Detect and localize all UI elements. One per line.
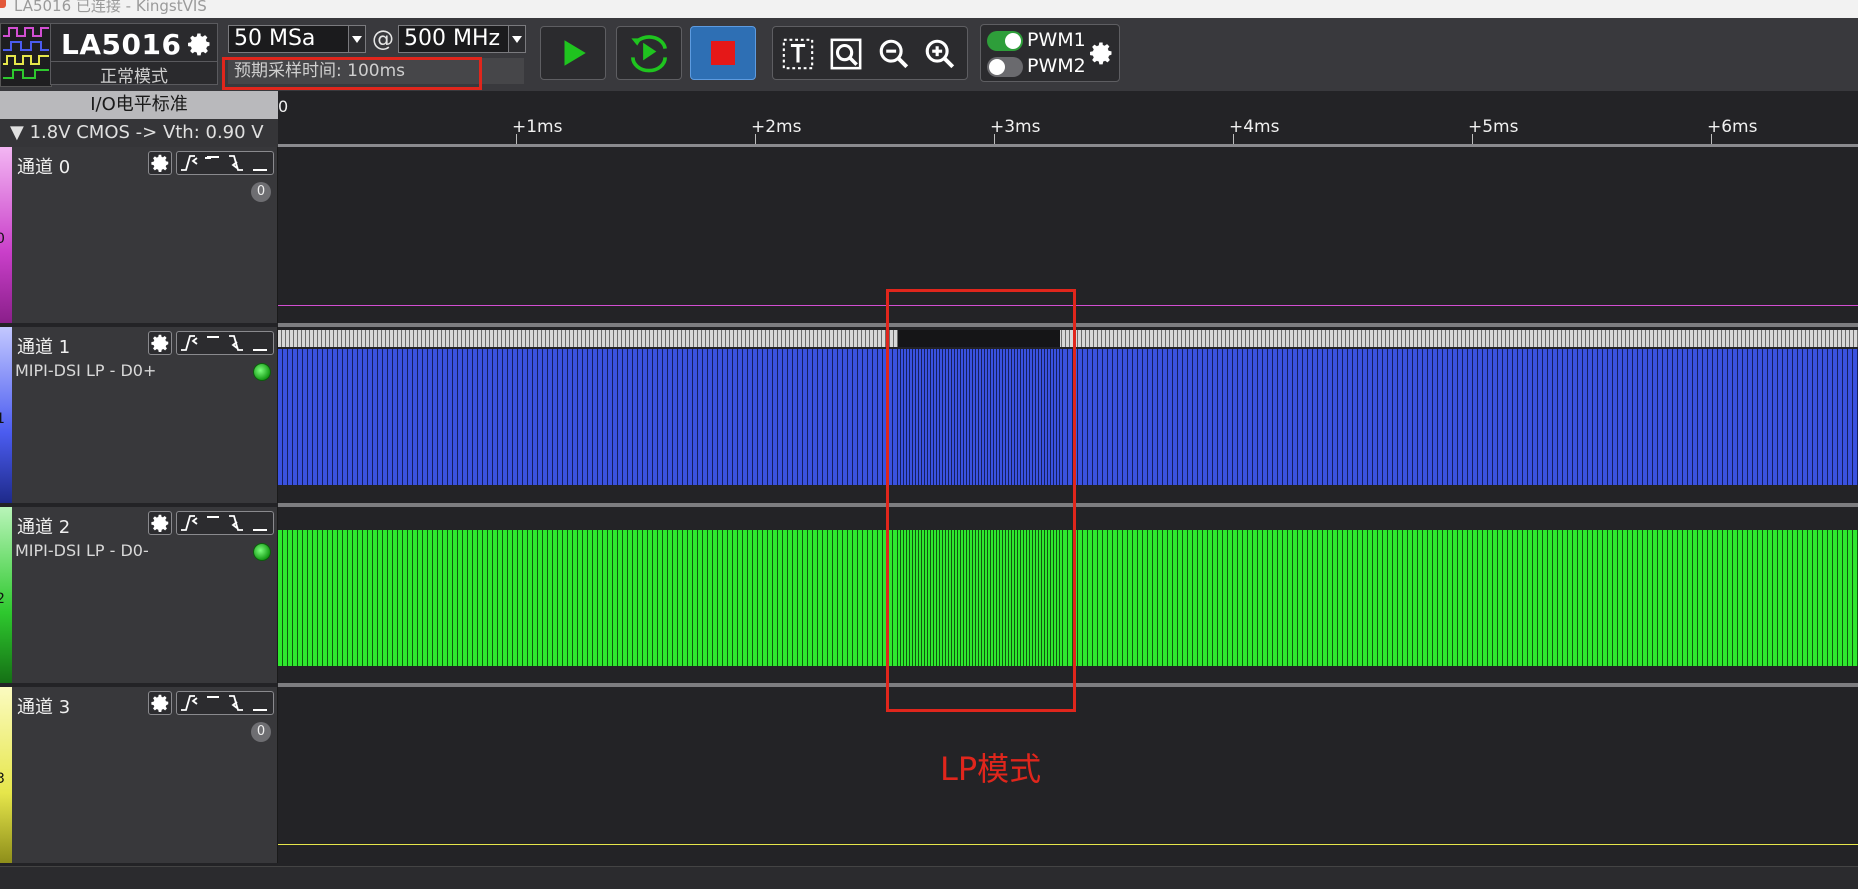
- chevron-down-icon[interactable]: [508, 26, 525, 52]
- zoom-fit-icon[interactable]: [829, 37, 863, 71]
- trigger-edge-icons[interactable]: [176, 511, 274, 535]
- channel-2-panel[interactable]: 2 通道 2 MIPI-DSI LP - D0-: [0, 507, 278, 683]
- io-standard-header: I/O电平标准: [0, 91, 278, 119]
- chevron-down-icon[interactable]: [348, 26, 365, 52]
- channel-name: 通道 2: [17, 517, 71, 538]
- channel-strip-label: 2: [0, 591, 5, 607]
- pwm2-label: PWM2: [1027, 55, 1086, 77]
- channel-strip-label: 1: [0, 411, 5, 427]
- trigger-edge-icons[interactable]: [176, 151, 274, 175]
- channel-settings-gear-icon[interactable]: [148, 511, 172, 535]
- channel-name: 通道 0: [17, 157, 71, 178]
- start-button[interactable]: [540, 26, 606, 80]
- channel-settings-gear-icon[interactable]: [148, 151, 172, 175]
- window-title-bar: LA5016 已连接 - KingstVIS: [0, 0, 1858, 18]
- view-tools: [772, 26, 968, 80]
- ruler-tick-label: +3ms: [990, 117, 1041, 137]
- status-bar: [0, 866, 1858, 889]
- pwm1-label: PWM1: [1027, 29, 1086, 51]
- sample-rate-select[interactable]: 500 MHz: [398, 25, 526, 53]
- channel-settings-gear-icon[interactable]: [148, 331, 172, 355]
- channel-activity-led: [253, 363, 271, 381]
- channel-strip-label: 0: [0, 231, 5, 247]
- channel-color-strip: 0: [0, 147, 12, 323]
- ruler-tick-label: +1ms: [512, 117, 563, 137]
- ruler-baseline: [278, 144, 1858, 147]
- ruler-tick-label: +2ms: [751, 117, 802, 137]
- ruler-tick-label: +5ms: [1468, 117, 1519, 137]
- trigger-edge-icons[interactable]: [176, 691, 274, 715]
- channel-strip-label: 3: [0, 771, 5, 787]
- ruler-tick-label: +6ms: [1707, 117, 1758, 137]
- device-settings-gear-icon[interactable]: [185, 30, 213, 58]
- pwm-panel: PWM1 PWM2: [980, 24, 1120, 82]
- stop-button[interactable]: [690, 26, 756, 80]
- app-icon: [0, 0, 6, 8]
- device-name: LA5016: [61, 28, 182, 61]
- channel-color-strip: 3: [0, 687, 12, 863]
- logic-analyzer-logo-icon: [0, 23, 52, 87]
- trigger-edge-icons[interactable]: [176, 331, 274, 355]
- zoom-in-icon[interactable]: [923, 37, 957, 71]
- device-mode: 正常模式: [51, 61, 217, 87]
- channel-protocol-label: MIPI-DSI LP - D0+: [15, 361, 157, 380]
- stop-icon: [711, 41, 735, 65]
- text-tool-icon[interactable]: [781, 37, 815, 71]
- highlight-box: [222, 57, 482, 90]
- ruler-origin-label: 0: [278, 97, 289, 116]
- channel-name: 通道 1: [17, 337, 71, 358]
- sample-depth-value: 50 MSa: [234, 26, 316, 51]
- play-icon: [564, 40, 586, 66]
- toolbar: LA5016 正常模式 50 MSa @ 500 MHz 预期采样时间: 100…: [0, 18, 1858, 91]
- channel-1-panel[interactable]: 1 通道 1 MIPI-DSI LP - D0+: [0, 327, 278, 503]
- channel-activity-led: [253, 543, 271, 561]
- channel-count-badge: 0: [251, 722, 271, 742]
- lp-mode-highlight-box: [886, 289, 1076, 712]
- window-title: LA5016 已连接 - KingstVIS: [14, 0, 207, 15]
- pwm1-toggle[interactable]: [987, 31, 1023, 51]
- repeat-start-button[interactable]: [616, 26, 682, 80]
- channel-3-low-level-line: [278, 844, 1858, 845]
- channel-color-strip: 2: [0, 507, 12, 683]
- channel-settings-gear-icon[interactable]: [148, 691, 172, 715]
- channel-count-badge: 0: [251, 182, 271, 202]
- sample-rate-value: 500 MHz: [404, 26, 501, 51]
- channel-0-panel[interactable]: 0 通道 0 0: [0, 147, 278, 323]
- device-panel: LA5016 正常模式: [50, 23, 218, 87]
- channel-3-panel[interactable]: 3 通道 3 0: [0, 687, 278, 863]
- io-standard-select[interactable]: ▼ 1.8V CMOS -> Vth: 0.90 V: [0, 119, 278, 147]
- channel-protocol-label: MIPI-DSI LP - D0-: [15, 541, 149, 560]
- ruler-tick-label: +4ms: [1229, 117, 1280, 137]
- pwm2-toggle[interactable]: [987, 57, 1023, 77]
- pwm-settings-gear-icon[interactable]: [1087, 39, 1115, 67]
- repeat-play-icon: [631, 35, 667, 73]
- time-ruler: 0 +1ms +2ms +3ms +4ms +5ms +6ms: [278, 91, 1858, 147]
- zoom-out-icon[interactable]: [877, 37, 911, 71]
- channel-name: 通道 3: [17, 697, 71, 718]
- lp-mode-annotation: LP模式: [940, 750, 1042, 788]
- channel-color-strip: 1: [0, 327, 12, 503]
- at-sign: @: [372, 27, 394, 52]
- sample-depth-select[interactable]: 50 MSa: [228, 25, 366, 53]
